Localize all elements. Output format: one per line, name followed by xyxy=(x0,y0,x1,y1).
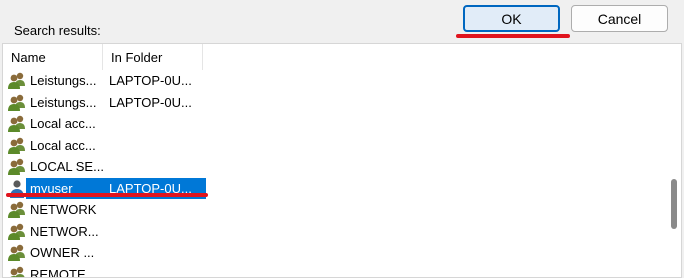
vertical-scrollbar[interactable] xyxy=(667,44,681,277)
list-item[interactable]: LOCAL SE... xyxy=(3,156,681,178)
list-item[interactable]: Local acc... xyxy=(3,135,681,157)
myuser-annotation-underline xyxy=(6,193,208,197)
group-icon xyxy=(6,200,28,220)
search-results-label: Search results: xyxy=(14,23,101,38)
ok-annotation-underline xyxy=(456,34,570,38)
group-icon xyxy=(6,243,28,263)
group-icon xyxy=(6,157,28,177)
list-item[interactable]: Leistungs... LAPTOP-0U... xyxy=(3,70,681,92)
group-icon xyxy=(6,71,28,91)
row-folder: LAPTOP-0U... xyxy=(109,94,192,110)
search-results-list[interactable]: Name In Folder Leistungs... LAPTOP-0U... … xyxy=(2,43,682,278)
column-header-name[interactable]: Name xyxy=(3,44,103,70)
list-item[interactable]: OWNER ... xyxy=(3,242,681,264)
list-item[interactable]: Local acc... xyxy=(3,113,681,135)
row-name: Local acc... xyxy=(30,116,96,132)
row-name: REMOTE ... xyxy=(30,266,101,278)
list-item[interactable]: NETWORK xyxy=(3,199,681,221)
group-icon xyxy=(6,136,28,156)
row-name: OWNER ... xyxy=(30,245,95,261)
list-rows: Leistungs... LAPTOP-0U... Leistungs... LAP… xyxy=(3,70,681,278)
row-name: Leistungs... xyxy=(30,73,97,89)
group-icon xyxy=(6,222,28,242)
list-item[interactable]: Leistungs... LAPTOP-0U... xyxy=(3,92,681,114)
column-header-in-folder[interactable]: In Folder xyxy=(103,44,203,70)
cancel-button[interactable]: Cancel xyxy=(571,5,668,32)
group-icon xyxy=(6,114,28,134)
list-item[interactable]: REMOTE ... xyxy=(3,264,681,278)
row-name: Leistungs... xyxy=(30,94,97,110)
row-name: Local acc... xyxy=(30,137,96,153)
list-header: Name In Folder xyxy=(3,44,681,70)
group-icon xyxy=(6,93,28,113)
row-name: NETWOR... xyxy=(30,223,99,239)
scrollbar-thumb[interactable] xyxy=(671,179,677,229)
row-folder: LAPTOP-0U... xyxy=(109,73,192,89)
ok-button[interactable]: OK xyxy=(463,5,560,32)
group-icon xyxy=(6,265,28,277)
row-name: NETWORK xyxy=(30,202,97,218)
list-item[interactable]: NETWOR... xyxy=(3,221,681,243)
row-name: LOCAL SE... xyxy=(30,159,104,175)
